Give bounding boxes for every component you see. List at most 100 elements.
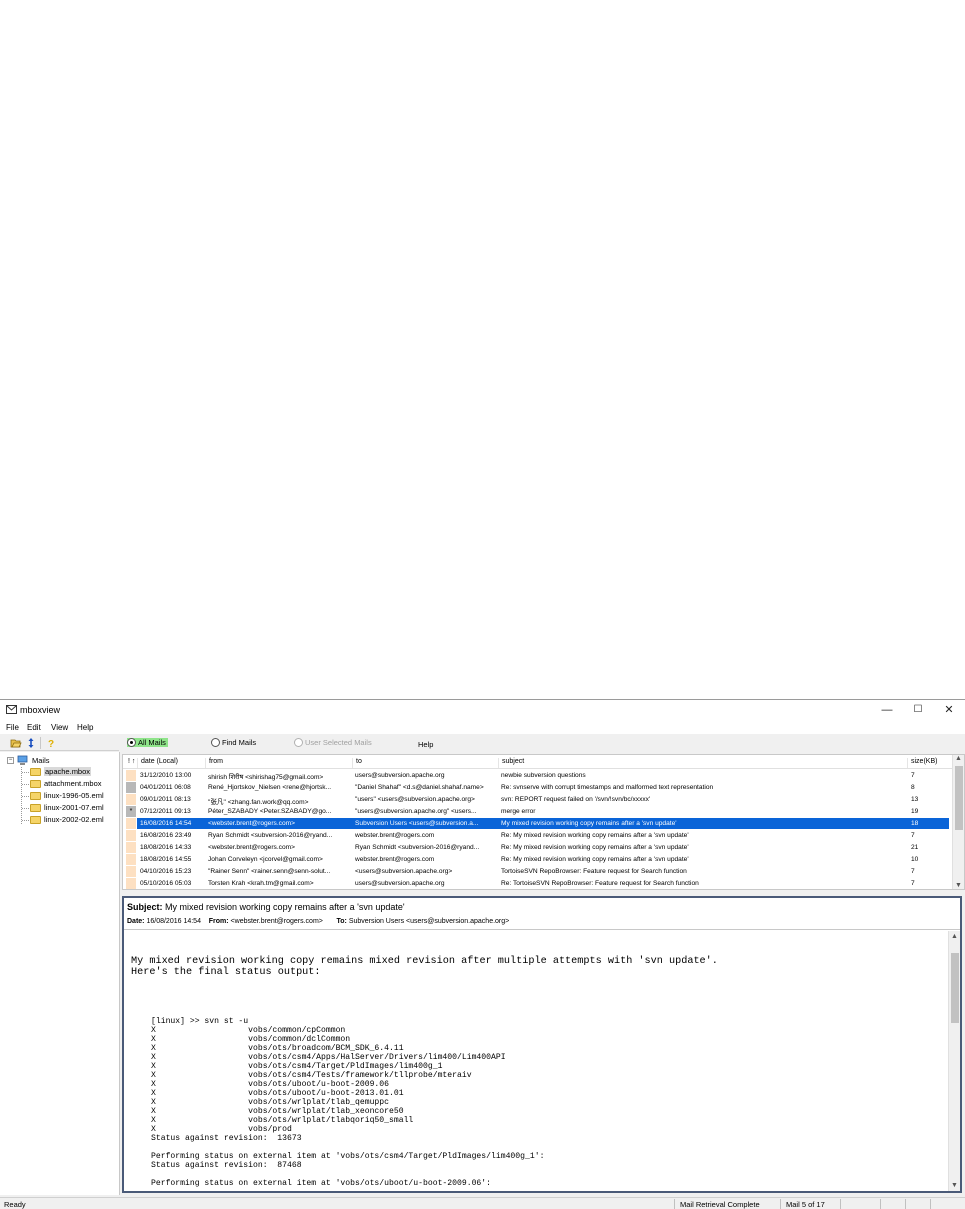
mail-list-header: ! ↑ date (Local) from to subject size(KB…: [123, 755, 953, 769]
status-separator: [930, 1199, 931, 1209]
cell-date: 16/08/2016 23:49: [140, 831, 192, 839]
folder-icon: [30, 803, 41, 812]
subject-label: Subject:: [127, 902, 163, 912]
tree-guide: [22, 796, 29, 797]
user-selected-mails-radio[interactable]: User Selected Mails: [294, 738, 372, 747]
mail-row[interactable]: 05/10/2016 05:03 Torsten Krah <krah.tm@g…: [123, 878, 953, 889]
cell-date: 04/10/2016 15:23: [140, 867, 192, 875]
title-bar: mboxview — ☐ ✕: [0, 700, 965, 720]
cell-from: René_Hjortskov_Nielsen <rene@hjortsk...: [208, 783, 332, 791]
mail-row[interactable]: 04/10/2016 15:23 "Rainer Senn" <rainer.s…: [123, 866, 953, 877]
scroll-up-icon[interactable]: ▲: [955, 755, 962, 762]
mail-row-selected[interactable]: 16/08/2016 14:54 <webster.brent@rogers.c…: [123, 818, 953, 829]
col-size-header[interactable]: size(KB): [907, 758, 937, 768]
tree-item-linux-2002-02[interactable]: linux-2002-02.eml: [30, 815, 104, 824]
status-separator: [840, 1199, 841, 1209]
find-mails-radio[interactable]: Find Mails: [211, 738, 256, 747]
status-separator: [880, 1199, 881, 1209]
tree-item-label: apache.mbox: [44, 767, 92, 776]
cell-size: 19: [911, 807, 919, 815]
cell-date: 18/08/2016 14:55: [140, 855, 192, 863]
mail-list-scrollbar[interactable]: ▲ ▼: [952, 755, 964, 889]
minimize-button[interactable]: —: [872, 702, 902, 718]
all-mails-label: All Mails: [138, 738, 166, 747]
tree-item-attachment-mbox[interactable]: attachment.mbox: [30, 779, 102, 788]
mail-row[interactable]: 18/08/2016 14:33 <webster.brent@rogers.c…: [123, 842, 953, 853]
maximize-button[interactable]: ☐: [903, 702, 933, 718]
cell-to: users@subversion.apache.org: [355, 879, 445, 887]
scroll-up-icon[interactable]: ▲: [951, 933, 958, 940]
col-date-header[interactable]: date (Local): [137, 758, 178, 768]
scroll-thumb[interactable]: [951, 953, 959, 1023]
scroll-down-icon[interactable]: ▼: [951, 1182, 958, 1189]
cell-to: Subversion Users <users@subversion.a...: [355, 819, 479, 827]
row-marker: [126, 842, 136, 853]
close-button[interactable]: ✕: [934, 702, 964, 718]
menu-help[interactable]: Help: [77, 723, 93, 732]
cell-date: 04/01/2011 06:08: [140, 783, 191, 791]
mail-row[interactable]: 31/12/2010 13:00 shirish शिरीष <shirisha…: [123, 770, 953, 781]
help-link[interactable]: Help: [418, 740, 433, 749]
col-flag-header[interactable]: ! ↑: [125, 758, 135, 768]
cell-from: shirish शिरीष <shirishag75@gmail.com>: [208, 773, 324, 781]
scroll-down-icon[interactable]: ▼: [955, 882, 962, 889]
open-folder-icon[interactable]: [10, 737, 22, 749]
menu-file[interactable]: File: [6, 723, 19, 732]
cell-subject: Re: My mixed revision working copy remai…: [501, 855, 689, 863]
help-icon[interactable]: ?: [45, 737, 57, 749]
cell-date: 07/12/2011 09:13: [140, 807, 191, 815]
mail-row[interactable]: 18/08/2016 14:55 Johan Corveleyn <jcorve…: [123, 854, 953, 865]
cell-from: "张凡" <zhang.fan.work@qq.com>: [208, 798, 309, 806]
all-mails-radio[interactable]: All Mails: [127, 738, 168, 747]
status-retrieval: Mail Retrieval Complete: [680, 1200, 760, 1209]
scroll-thumb[interactable]: [955, 766, 963, 830]
message-scrollbar[interactable]: ▲ ▼: [948, 931, 960, 1191]
tree-guide: [22, 808, 29, 809]
mail-row[interactable]: 04/01/2011 06:08 René_Hjortskov_Nielsen …: [123, 782, 953, 793]
col-from-header[interactable]: from: [205, 758, 223, 768]
cell-date: 18/08/2016 14:33: [140, 843, 192, 851]
folder-icon: [30, 815, 41, 824]
menu-edit[interactable]: Edit: [27, 723, 41, 732]
cell-to: <users@subversion.apache.org>: [355, 867, 453, 875]
cell-subject: Re: TortoiseSVN RepoBrowser: Feature req…: [501, 879, 699, 887]
tree-guide: [22, 784, 29, 785]
tree-collapse-toggle[interactable]: −: [7, 757, 14, 764]
mail-row[interactable]: 16/08/2016 23:49 Ryan Schmidt <subversio…: [123, 830, 953, 841]
from-label: From:: [208, 918, 229, 925]
computer-icon: [17, 755, 28, 765]
row-marker: [126, 878, 136, 889]
cell-to: "users@subversion.apache.org" <users...: [355, 807, 477, 815]
cell-to: webster.brent@rogers.com: [355, 831, 435, 839]
tree-item-label: linux-2002-02.eml: [44, 815, 104, 824]
status-bar: Ready Mail Retrieval Complete Mail 5 of …: [0, 1197, 965, 1209]
message-body-intro: My mixed revision working copy remains m…: [131, 956, 718, 978]
col-subject-header[interactable]: subject: [498, 758, 524, 768]
cell-subject: svn: REPORT request failed on '/svn/!svn…: [501, 795, 651, 803]
cell-size: 7: [911, 867, 915, 875]
col-to-header[interactable]: to: [352, 758, 362, 768]
folder-icon: [30, 779, 41, 788]
tree-root[interactable]: Mails: [17, 755, 50, 766]
folder-icon: [30, 767, 41, 776]
cell-subject: Re: My mixed revision working copy remai…: [501, 831, 689, 839]
date-label: Date:: [127, 918, 145, 925]
tree-item-linux-1996-05[interactable]: linux-1996-05.eml: [30, 791, 104, 800]
mail-row[interactable]: * 07/12/2011 09:13 Péter_SZABADY <Peter.…: [123, 806, 953, 817]
mail-row[interactable]: 09/01/2011 08:13 "张凡" <zhang.fan.work@qq…: [123, 794, 953, 806]
cell-subject: TortoiseSVN RepoBrowser: Feature request…: [501, 867, 687, 875]
tree-item-linux-2001-07[interactable]: linux-2001-07.eml: [30, 803, 104, 812]
menu-view[interactable]: View: [51, 723, 68, 732]
cell-subject: newbie subversion questions: [501, 771, 586, 779]
folder-tree: − Mails apache.mbox attachment.mbox linu…: [0, 752, 120, 1195]
refresh-icon[interactable]: [25, 737, 37, 749]
tree-item-apache-mbox[interactable]: apache.mbox: [30, 767, 92, 776]
menu-bar: File Edit View Help: [0, 720, 965, 734]
radio-dot: [211, 738, 220, 747]
cell-size: 21: [911, 843, 919, 851]
tree-guide: [22, 820, 29, 821]
message-meta-line: Date: 16/08/2016 14:54 From: <webster.br…: [127, 918, 509, 925]
cell-date: 09/01/2011 08:13: [140, 795, 191, 803]
cell-size: 7: [911, 771, 915, 779]
row-marker: [126, 782, 136, 793]
